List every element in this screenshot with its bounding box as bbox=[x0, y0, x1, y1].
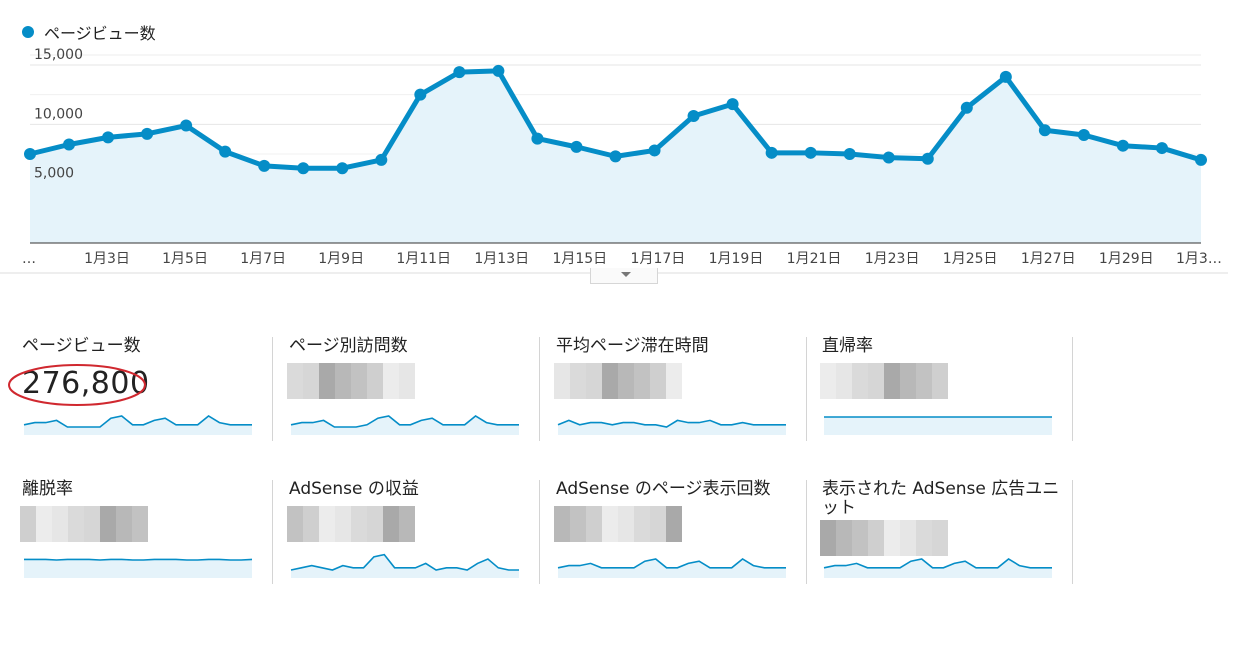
metric-card[interactable]: AdSense のページ表示回数 bbox=[554, 480, 822, 600]
x-tick-label: … bbox=[22, 251, 36, 267]
x-tick-label: 1月11日 bbox=[396, 251, 451, 267]
redacted-value bbox=[820, 363, 948, 399]
data-point bbox=[63, 138, 76, 151]
data-point bbox=[648, 144, 661, 157]
metric-sparkline bbox=[557, 558, 786, 578]
metric-card[interactable]: 平均ページ滞在時間 bbox=[554, 337, 822, 457]
x-tick-label: 1月13日 bbox=[474, 251, 529, 267]
card-divider bbox=[806, 337, 807, 441]
x-tick-label: 1月9日 bbox=[318, 251, 364, 267]
metric-title: 平均ページ滞在時間 bbox=[556, 336, 709, 356]
highlight-ellipse bbox=[8, 364, 146, 406]
data-point bbox=[453, 66, 466, 79]
data-point bbox=[531, 132, 544, 145]
metric-card[interactable]: AdSense の収益 bbox=[287, 480, 555, 600]
x-tick-label: 1月25日 bbox=[943, 251, 998, 267]
data-point bbox=[258, 159, 271, 172]
metric-sparkline bbox=[290, 553, 519, 578]
card-divider bbox=[539, 337, 540, 441]
data-point bbox=[804, 146, 817, 159]
data-point bbox=[882, 151, 895, 164]
redacted-value bbox=[287, 363, 415, 399]
metric-card[interactable]: 離脱率 bbox=[20, 480, 288, 600]
x-tick-label: 1月29日 bbox=[1099, 251, 1154, 267]
x-tick-label: 1月23日 bbox=[865, 251, 920, 267]
y-tick-label: 5,000 bbox=[34, 166, 74, 182]
data-point bbox=[180, 119, 193, 132]
metric-sparkline bbox=[557, 419, 786, 435]
card-divider bbox=[539, 480, 540, 584]
data-point bbox=[765, 146, 778, 159]
card-divider bbox=[1072, 480, 1073, 584]
data-point bbox=[726, 98, 739, 111]
y-tick-label: 10,000 bbox=[34, 106, 83, 122]
redacted-value bbox=[287, 506, 415, 542]
x-tick-label: 1月21日 bbox=[787, 251, 842, 267]
data-point bbox=[921, 152, 934, 165]
y-tick-label: 15,000 bbox=[34, 47, 83, 63]
data-point bbox=[375, 153, 388, 166]
redacted-value bbox=[554, 363, 682, 399]
metric-card[interactable]: ページ別訪問数 bbox=[287, 337, 555, 457]
data-point bbox=[1195, 153, 1207, 166]
x-tick-label: 1月7日 bbox=[240, 251, 286, 267]
x-tick-label: 1月3… bbox=[1176, 251, 1222, 267]
metric-title: AdSense の収益 bbox=[289, 479, 419, 499]
highlight-circle bbox=[8, 364, 146, 406]
redacted-value bbox=[554, 506, 682, 542]
data-point bbox=[999, 70, 1012, 83]
data-point bbox=[1116, 139, 1129, 152]
data-point bbox=[492, 64, 505, 77]
metric-title: 直帰率 bbox=[822, 336, 873, 356]
data-point bbox=[102, 131, 115, 144]
x-tick-label: 1月15日 bbox=[552, 251, 607, 267]
data-point bbox=[1038, 124, 1051, 137]
metric-title: 表示された AdSense 広告ユニット bbox=[822, 479, 1060, 518]
metric-sparkline bbox=[824, 416, 1052, 435]
data-point bbox=[609, 150, 622, 163]
data-point bbox=[843, 148, 856, 160]
x-tick-label: 1月3日 bbox=[84, 251, 130, 267]
x-tick-label: 1月17日 bbox=[631, 251, 686, 267]
data-point bbox=[960, 101, 973, 114]
card-divider bbox=[1072, 337, 1073, 441]
redacted-value bbox=[20, 506, 148, 542]
metric-title: ページ別訪問数 bbox=[289, 336, 408, 356]
metric-card[interactable]: 直帰率 bbox=[820, 337, 1088, 457]
card-divider bbox=[272, 480, 273, 584]
data-point bbox=[1077, 129, 1090, 142]
data-point bbox=[687, 110, 700, 123]
data-point bbox=[297, 162, 310, 175]
card-divider bbox=[272, 337, 273, 441]
sparkline-area bbox=[291, 554, 519, 578]
metric-sparkline bbox=[23, 415, 252, 435]
sparkline-area bbox=[24, 559, 252, 578]
data-point bbox=[1155, 142, 1168, 155]
data-point bbox=[141, 127, 154, 140]
data-point bbox=[219, 145, 232, 158]
x-tick-label: 1月27日 bbox=[1021, 251, 1076, 267]
x-tick-label: 1月19日 bbox=[709, 251, 764, 267]
data-point bbox=[570, 140, 583, 153]
metric-title: ページビュー数 bbox=[22, 336, 141, 356]
sparkline-area bbox=[824, 417, 1052, 435]
metric-sparkline bbox=[290, 415, 519, 435]
chart-expand-toggle[interactable] bbox=[590, 268, 658, 284]
metric-sparkline bbox=[24, 558, 253, 578]
metric-sparkline bbox=[823, 558, 1052, 578]
data-point bbox=[336, 162, 349, 175]
metric-title: 離脱率 bbox=[22, 479, 73, 499]
metric-card[interactable]: 表示された AdSense 広告ユニット bbox=[820, 480, 1088, 600]
metric-title: AdSense のページ表示回数 bbox=[556, 479, 771, 499]
sparkline-line bbox=[24, 558, 253, 561]
data-point bbox=[414, 88, 427, 101]
x-tick-label: 1月5日 bbox=[162, 251, 208, 267]
card-divider bbox=[806, 480, 807, 584]
chevron-down-icon bbox=[621, 272, 631, 277]
data-point bbox=[24, 148, 36, 160]
pageviews-line-chart: 15,000 10,000 5,000 … 1月3日 1月5日 1月7日 1月9日 1月11日 1… bbox=[0, 47, 1228, 274]
